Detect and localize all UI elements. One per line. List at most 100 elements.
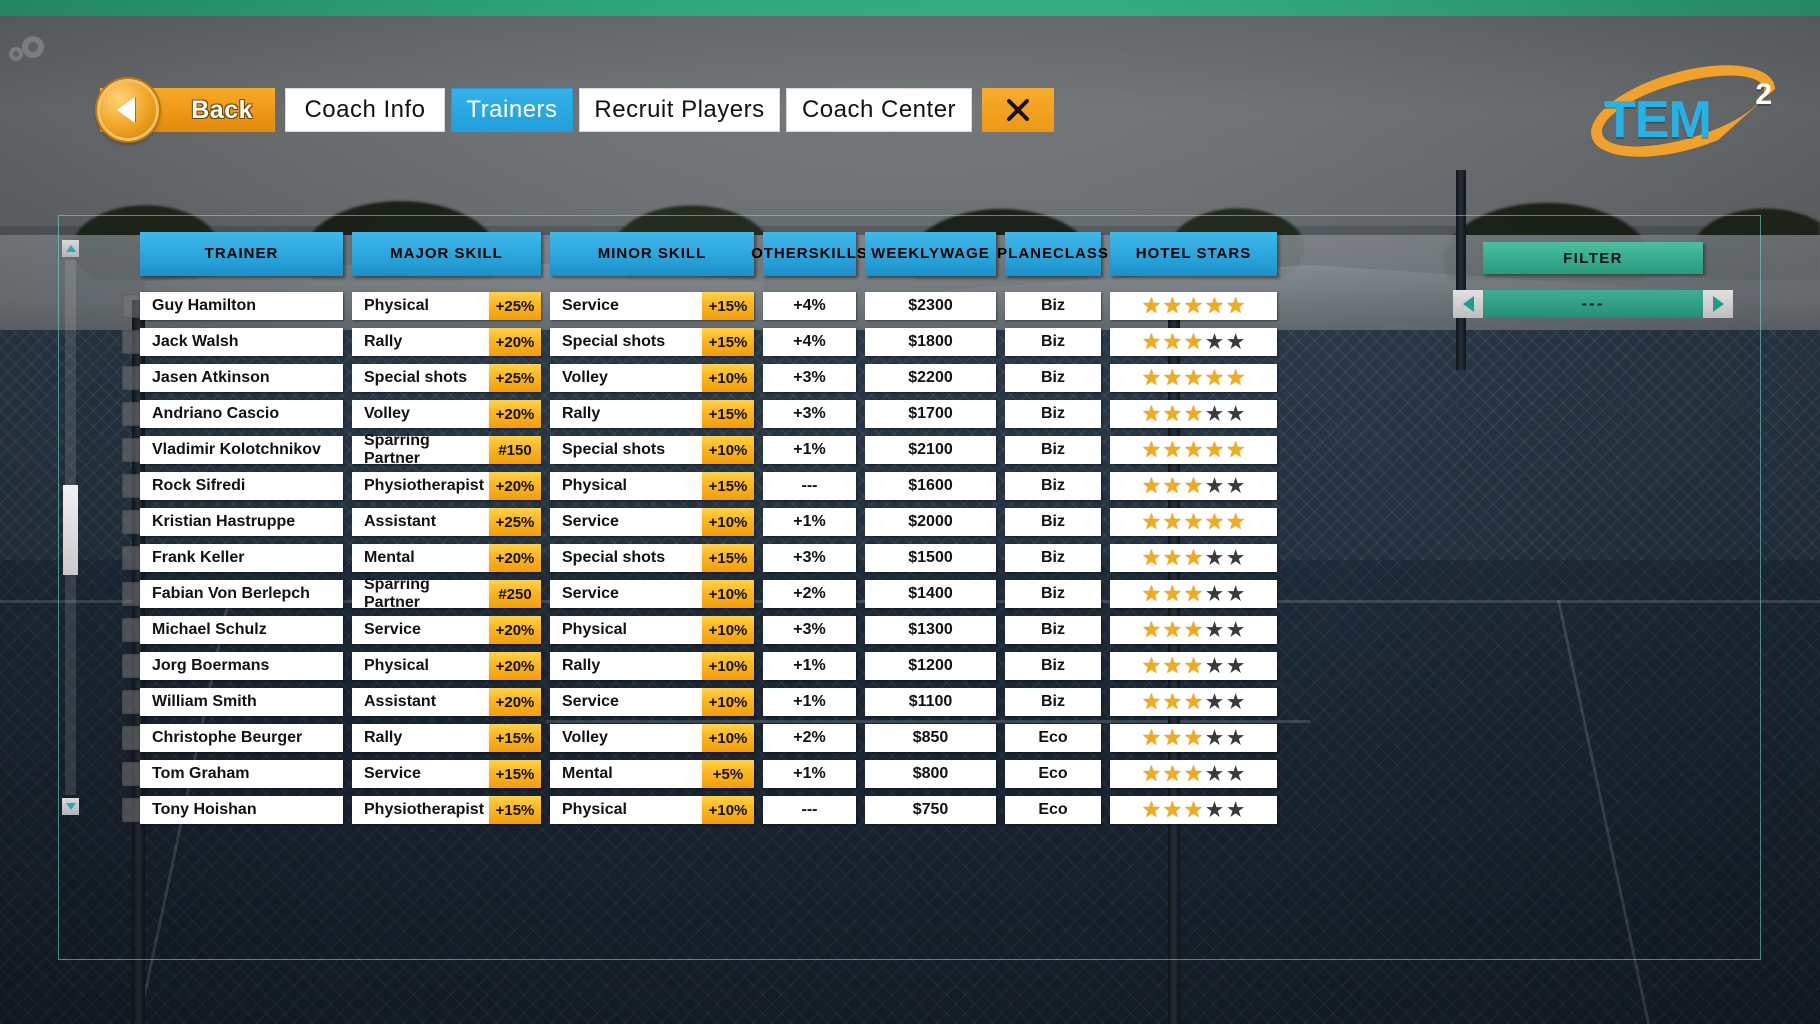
row-select-handle[interactable] [122,330,140,354]
table-row[interactable]: Tony Hoishan Physiotherapist +15% Physical +… [122,796,1277,824]
filter-panel: FILTER --- [1453,242,1733,318]
table-header-cell[interactable]: MINOR SKILL [550,232,754,276]
row-select-handle[interactable] [122,690,140,714]
star-filled-icon: ★ [1163,655,1181,677]
tab-label: Trainers [466,96,558,123]
star-filled-icon: ★ [1206,367,1224,389]
major-skill-cell: Service [352,616,489,644]
chevron-right-icon [1712,296,1724,312]
row-select-handle[interactable] [122,798,140,822]
minor-skill-value-badge: +10% [702,688,754,716]
table-row[interactable]: Fabian Von Berlepch Sparring Partner #250 S… [122,576,1277,611]
tab-coach-center[interactable]: Coach Center [786,88,972,132]
table-header-cell[interactable]: PLANE CLASS [997,232,1108,276]
star-empty-icon: ★ [1227,547,1245,569]
table-row[interactable]: Jorg Boermans Physical +20% Rally +10% +1% $12… [122,652,1277,680]
major-skill-value-badge: #250 [489,580,541,608]
row-select-handle[interactable] [122,654,140,678]
tab-coach-info[interactable]: Coach Info [285,88,445,132]
trainer-name-cell: Jasen Atkinson [140,364,343,392]
scroll-down-button[interactable] [62,798,79,815]
table-header-label: TRAINER [204,245,279,262]
star-filled-icon: ★ [1142,619,1160,641]
table-row[interactable]: Michael Schulz Service +20% Physical +10% +3%… [122,616,1277,644]
row-select-handle[interactable] [122,402,140,426]
major-skill-cell: Volley [352,400,489,428]
table-row[interactable]: William Smith Assistant +20% Service +10% +1%… [122,688,1277,716]
star-filled-icon: ★ [1206,439,1224,461]
table-row[interactable]: Vladimir Kolotchnikov Sparring Partner #15… [122,432,1277,467]
other-skills-cell: +3% [763,544,856,572]
filter-selector[interactable]: --- [1453,290,1733,318]
star-filled-icon: ★ [1142,655,1160,677]
table-row[interactable]: Kristian Hastruppe Assistant +25% Service +1… [122,508,1277,536]
star-filled-icon: ★ [1163,583,1181,605]
weekly-wage-cell: $1600 [865,472,996,500]
scroll-up-button[interactable] [62,240,79,257]
trainer-name-cell: Tony Hoishan [140,796,343,824]
row-select-handle[interactable] [122,438,140,462]
hotel-stars-cell: ★ ★ ★ ★ ★ [1110,760,1277,788]
table-scrollbar[interactable] [62,240,79,815]
table-row[interactable]: Christophe Beurger Rally +15% Volley +10% +2%… [122,724,1277,752]
table-row[interactable]: Jack Walsh Rally +20% Special shots +15% +4% $… [122,328,1277,356]
table-header-cell[interactable]: OTHER SKILLS [751,232,867,276]
star-filled-icon: ★ [1142,475,1160,497]
row-select-handle[interactable] [122,510,140,534]
minor-skill-value-badge: +10% [702,436,754,464]
star-filled-icon: ★ [1163,727,1181,749]
table-header-cell[interactable]: HOTEL STARS [1110,232,1277,276]
major-skill-value-badge: +20% [489,400,541,428]
row-select-handle[interactable] [122,366,140,390]
table-header-label: CLASS [1053,245,1109,262]
major-skill-cell: Assistant [352,508,489,536]
minor-skill-cell: Volley [550,724,702,752]
table-row[interactable]: Rock Sifredi Physiotherapist +20% Physical +… [122,472,1277,500]
major-skill-cell: Mental [352,544,489,572]
weekly-wage-cell: $750 [865,796,996,824]
filter-prev-button[interactable] [1453,290,1483,318]
major-skill-cell: Physical [352,652,489,680]
star-filled-icon: ★ [1184,655,1203,677]
table-header-cell[interactable]: WEEKLY WAGE [865,232,996,276]
minor-skill-value-badge: +10% [702,652,754,680]
table-header-cell[interactable]: TRAINER [140,232,343,276]
tab-trainers[interactable]: Trainers [451,88,573,132]
other-skills-cell: +4% [763,328,856,356]
star-empty-icon: ★ [1227,655,1245,677]
row-select-handle[interactable] [122,726,140,750]
trainer-name-cell: Jack Walsh [140,328,343,356]
table-row[interactable]: Tom Graham Service +15% Mental +5% +1% $800 Eco… [122,760,1277,788]
table-row[interactable]: Guy Hamilton Physical +25% Service +15% +4% $2… [122,292,1277,320]
other-skills-cell: +1% [763,652,856,680]
scroll-thumb[interactable] [63,485,78,575]
star-empty-icon: ★ [1206,583,1224,605]
minor-skill-cell: Physical [550,472,702,500]
table-row[interactable]: Andriano Cascio Volley +20% Rally +15% +3% $17… [122,400,1277,428]
row-select-handle[interactable] [122,294,140,318]
star-filled-icon: ★ [1163,619,1181,641]
filter-next-button[interactable] [1703,290,1733,318]
row-select-handle[interactable] [122,546,140,570]
row-select-handle[interactable] [122,474,140,498]
table-row[interactable]: Jasen Atkinson Special shots +25% Volley +10… [122,364,1277,392]
row-select-handle[interactable] [122,762,140,786]
star-empty-icon: ★ [1206,691,1224,713]
tab-recruit-players[interactable]: Recruit Players [579,88,780,132]
table-header-cell[interactable]: MAJOR SKILL [352,232,541,276]
major-skill-value-badge: +20% [489,328,541,356]
star-empty-icon: ★ [1227,619,1245,641]
table-row[interactable]: Frank Keller Mental +20% Special shots +15% +… [122,544,1277,572]
row-select-handle[interactable] [122,618,140,642]
trainer-name-cell: Kristian Hastruppe [140,508,343,536]
star-empty-icon: ★ [1206,655,1224,677]
row-select-handle[interactable] [122,582,140,606]
close-button[interactable] [982,88,1054,132]
star-filled-icon: ★ [1142,691,1160,713]
minor-skill-cell: Rally [550,400,702,428]
major-skill-cell: Special shots [352,364,489,392]
weekly-wage-cell: $2000 [865,508,996,536]
major-skill-cell: Rally [352,724,489,752]
back-arrow-icon[interactable] [97,79,159,141]
star-filled-icon: ★ [1184,547,1203,569]
